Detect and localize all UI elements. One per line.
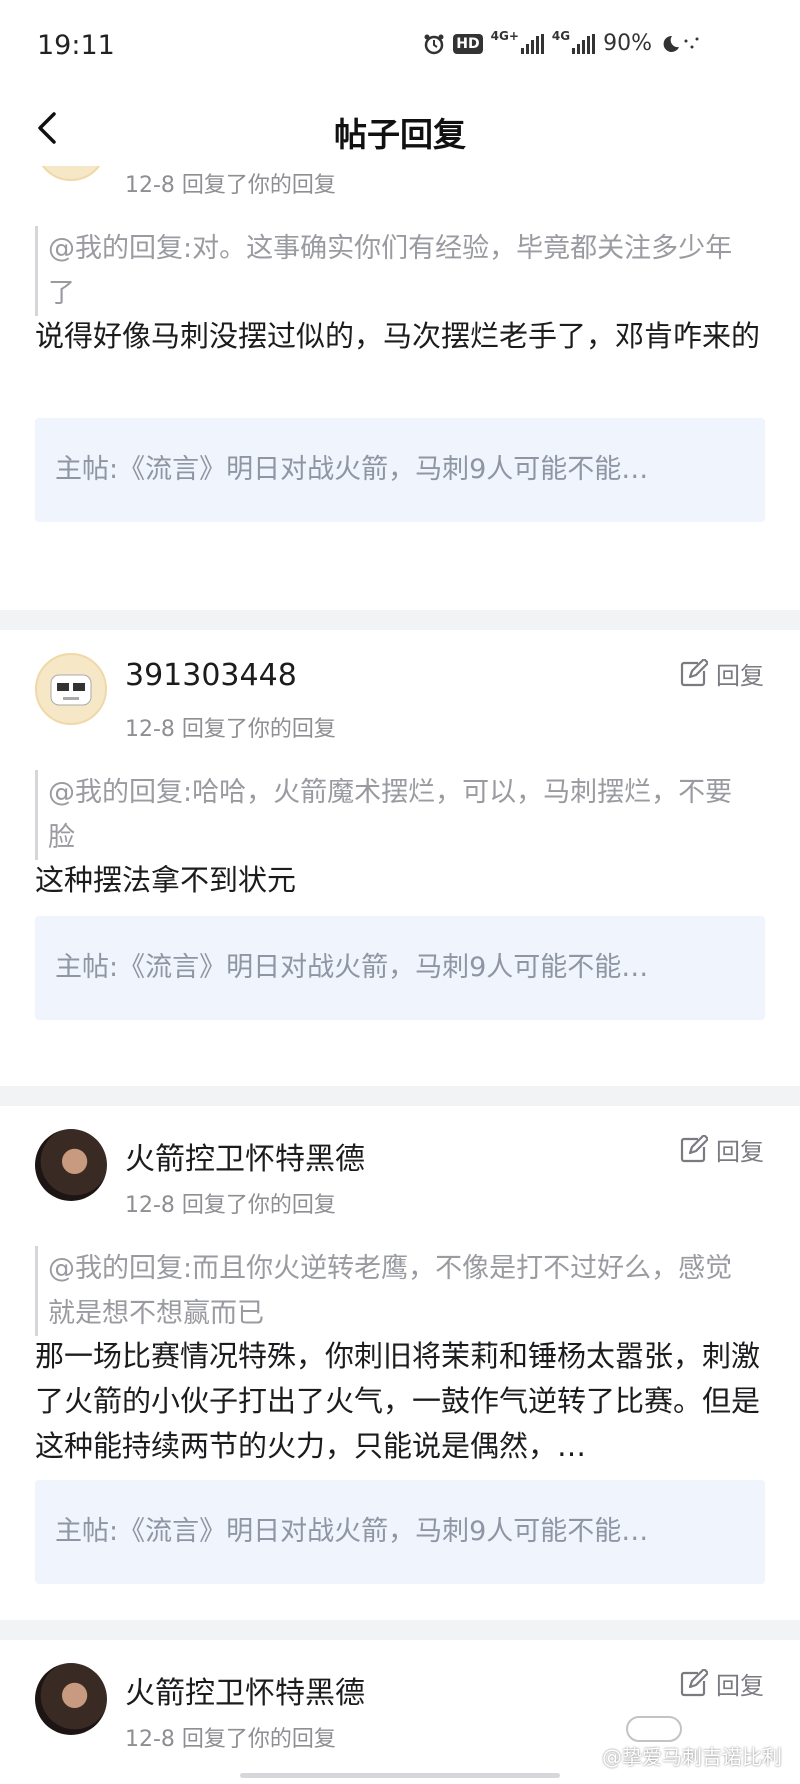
reply-meta: 12-8 回复了你的回复 <box>125 173 336 198</box>
reply-body[interactable]: 那一场比赛情况特殊，你刺旧将茉莉和锤杨太嚣张，刺激了火箭的小伙子打出了火气，一鼓… <box>35 1334 765 1469</box>
avatar[interactable] <box>35 166 107 181</box>
reply-button[interactable]: 回复 <box>678 656 764 691</box>
avatar[interactable] <box>35 653 107 725</box>
quoted-reply[interactable]: @我的回复:而且你火逆转老鹰，不像是打不过好么，感觉就是想不想赢而已 <box>35 1246 750 1336</box>
home-indicator[interactable] <box>240 1773 560 1778</box>
main-post-link[interactable]: 主帖:《流言》明日对战火箭，马刺9人可能不能… <box>35 916 765 1020</box>
divider <box>0 1086 800 1106</box>
reply-meta: 12-8 回复了你的回复 <box>125 1727 336 1752</box>
reply-body[interactable]: 说得好像马刺没摆过似的，马次摆烂老手了，邓肯咋来的 <box>35 314 765 359</box>
network-type-label: 4G <box>551 28 571 43</box>
network-type-label: 4G+ <box>490 28 519 43</box>
reply-card: 火箭控卫怀特黑德 12-8 回复了你的回复 回复 @我的回复:而且你火逆转老鹰，… <box>0 1106 800 1666</box>
reply-button-label: 回复 <box>716 662 764 690</box>
edit-icon <box>680 658 708 686</box>
avatar[interactable] <box>35 1129 107 1201</box>
reply-button-label: 回复 <box>716 1138 764 1166</box>
reply-card: 391303448 12-8 回复了你的回复 回复 @我的回复:哈哈，火箭魔术摆… <box>0 630 800 1114</box>
reply-card: 12-8 回复了你的回复 @我的回复:对。这事确实你们有经验，毕竟都关注多少年了… <box>0 166 800 616</box>
edit-icon <box>680 1134 708 1162</box>
main-post-link[interactable]: 主帖:《流言》明日对战火箭，马刺9人可能不能… <box>35 1480 765 1584</box>
avatar[interactable] <box>35 1663 107 1735</box>
username[interactable]: 391303448 <box>125 658 297 693</box>
hd-icon: HD <box>453 33 483 54</box>
signal-icon: 4G <box>552 29 596 54</box>
reply-button[interactable]: 回复 <box>678 1666 764 1701</box>
reply-button[interactable]: 回复 <box>678 1132 764 1167</box>
divider <box>0 1620 800 1640</box>
watermark-logo <box>626 1716 682 1742</box>
divider <box>0 610 800 630</box>
username[interactable]: 火箭控卫怀特黑德 <box>125 1134 365 1178</box>
username[interactable]: 火箭控卫怀特黑德 <box>125 1668 365 1712</box>
reply-body[interactable]: 这种摆法拿不到状元 <box>35 858 765 903</box>
battery-level: 90% <box>603 31 652 56</box>
reply-button-label: 回复 <box>716 1672 764 1700</box>
watermark: @挚爱马刺吉诺比利 <box>602 1745 782 1769</box>
quoted-reply[interactable]: @我的回复:对。这事确实你们有经验，毕竟都关注多少年了 <box>35 226 750 316</box>
main-post-link[interactable]: 主帖:《流言》明日对战火箭，马刺9人可能不能… <box>35 418 765 522</box>
alarm-icon <box>423 33 445 55</box>
status-bar: 19:11 HD 4G+ 4G 90% <box>0 0 800 96</box>
reply-meta: 12-8 回复了你的回复 <box>125 717 336 742</box>
nav-bar: 帖子回复 <box>0 96 800 166</box>
reply-meta: 12-8 回复了你的回复 <box>125 1193 336 1218</box>
edit-icon <box>680 1668 708 1696</box>
status-icons: HD 4G+ 4G 90% <box>423 29 700 56</box>
page-title: 帖子回复 <box>334 115 466 154</box>
status-time: 19:11 <box>37 30 115 61</box>
reply-feed[interactable]: 12-8 回复了你的回复 @我的回复:对。这事确实你们有经验，毕竟都关注多少年了… <box>0 166 800 1784</box>
quoted-reply[interactable]: @我的回复:哈哈，火箭魔术摆烂，可以，马刺摆烂，不要脸 <box>35 770 750 860</box>
signal-icon: 4G+ <box>491 29 544 54</box>
night-mode-icon <box>660 33 700 55</box>
